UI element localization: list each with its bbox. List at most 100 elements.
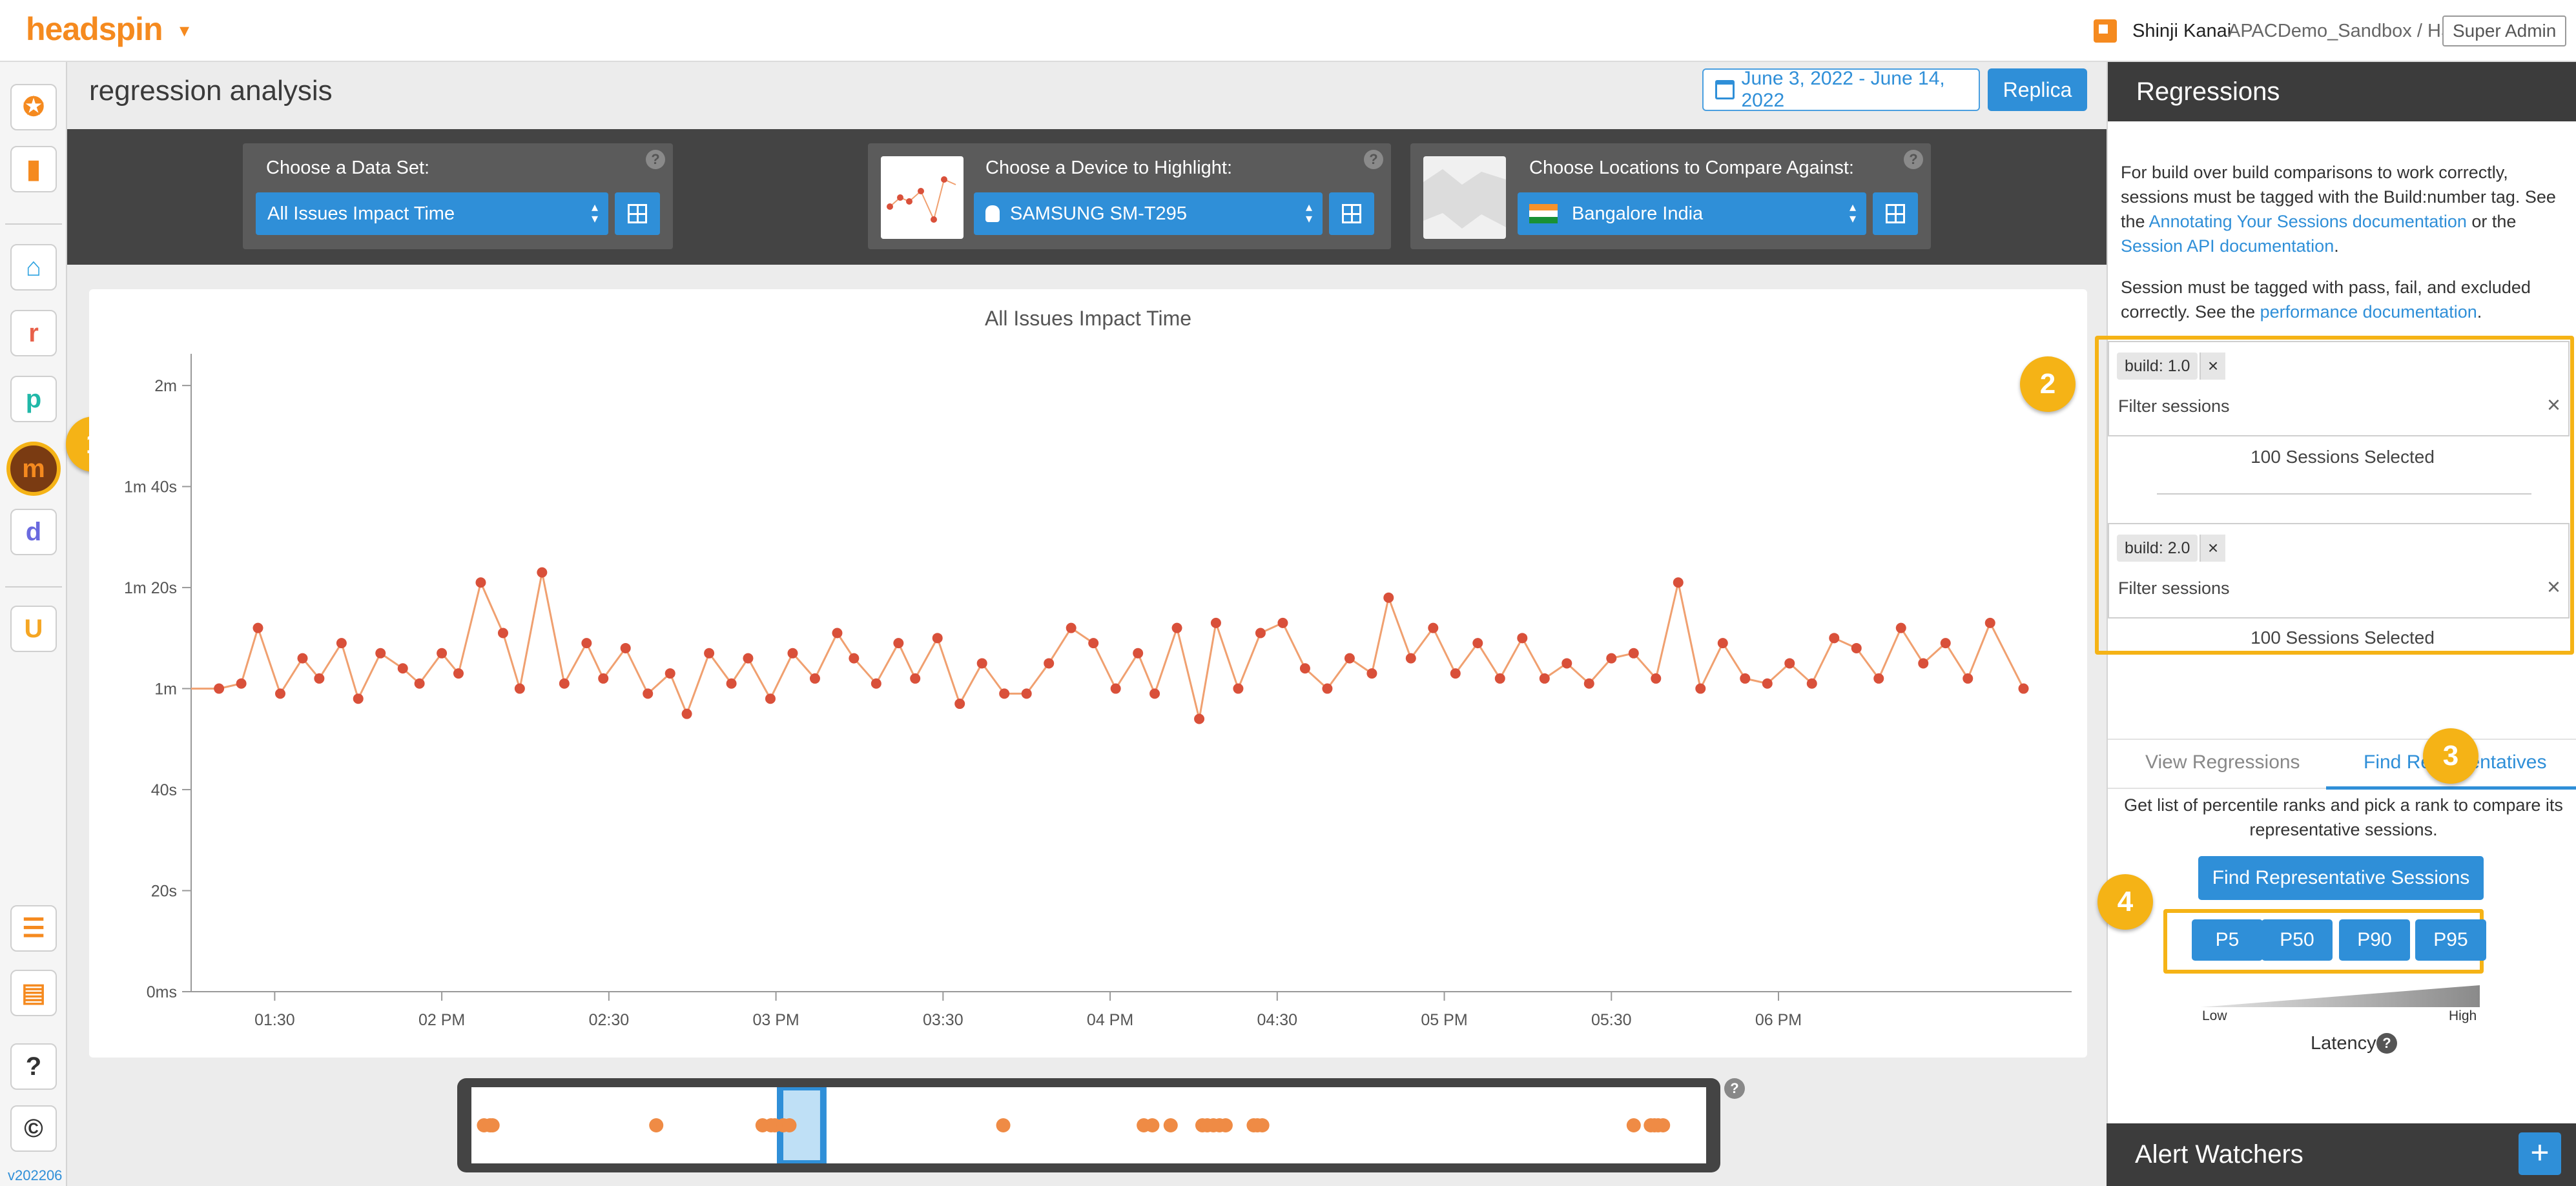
- bar-chart-icon[interactable]: ▮: [10, 146, 57, 192]
- add-alert-watcher-button[interactable]: +: [2519, 1132, 2561, 1175]
- percentile-p5-button[interactable]: P5: [2192, 919, 2263, 961]
- data-point: [1450, 668, 1461, 679]
- data-point: [1110, 683, 1121, 694]
- device-help-icon[interactable]: ?: [1364, 150, 1383, 169]
- annotation-badge-2: 2: [2020, 356, 2076, 412]
- u-icon[interactable]: U: [10, 606, 57, 652]
- percentile-p95-button[interactable]: P95: [2415, 919, 2486, 961]
- data-point: [1194, 713, 1205, 724]
- grid-icon: [1886, 204, 1905, 223]
- org-path[interactable]: APACDemo_Sandbox / HS: [2228, 21, 2453, 42]
- sidebar-divider: [5, 586, 62, 588]
- info-text: .: [2477, 302, 2482, 322]
- logo-dropdown-icon[interactable]: ▾: [180, 19, 189, 42]
- locations-select[interactable]: Bangalore India ▴ ▾: [1518, 192, 1866, 235]
- data-point: [871, 678, 881, 689]
- timeline-navigator[interactable]: [457, 1078, 1720, 1172]
- data-point: [1539, 673, 1550, 684]
- x-tick-label: 03:30: [923, 1011, 963, 1029]
- clusters-icon[interactable]: ✪: [10, 84, 57, 130]
- data-point: [620, 642, 631, 653]
- device-sparkline: [887, 176, 956, 223]
- performance-docs-link[interactable]: performance documentation: [2260, 302, 2477, 322]
- data-point: [598, 673, 609, 684]
- percentile-p50-button[interactable]: P50: [2262, 919, 2333, 961]
- percentile-p90-button[interactable]: P90: [2339, 919, 2410, 961]
- latency-help-icon[interactable]: ?: [2376, 1033, 2397, 1054]
- regressions-title: Regressions: [2108, 62, 2576, 121]
- home-icon[interactable]: ⌂: [10, 244, 57, 291]
- dataset-panel: Choose a Data Set: ? All Issues Impact T…: [243, 143, 673, 249]
- data-point: [1383, 592, 1394, 603]
- x-tick-label: 05:30: [1591, 1011, 1632, 1029]
- dataset-grid-button[interactable]: [615, 192, 660, 235]
- data-point: [314, 673, 325, 684]
- data-point: [743, 653, 754, 664]
- d-icon[interactable]: d: [10, 509, 57, 555]
- list-icon[interactable]: ☰: [10, 905, 57, 952]
- session-groups-highlight: [2095, 336, 2574, 655]
- data-point: [1149, 688, 1160, 699]
- data-point: [1277, 617, 1288, 628]
- locations-help-icon[interactable]: ?: [1904, 150, 1923, 169]
- p-icon[interactable]: p: [10, 376, 57, 422]
- latency-ramp: [2201, 985, 2480, 1007]
- alert-watchers-title[interactable]: Alert Watchers: [2107, 1123, 2576, 1186]
- find-representative-sessions-button[interactable]: Find Representative Sessions: [2198, 856, 2484, 900]
- series-line: [191, 572, 2025, 719]
- data-point: [681, 708, 692, 719]
- x-tick-label: 06 PM: [1755, 1011, 1802, 1029]
- annotating-docs-link[interactable]: Annotating Your Sessions documentation: [2149, 212, 2467, 231]
- data-point: [336, 638, 347, 649]
- build-tag-info: For build over build comparisons to work…: [2121, 160, 2566, 258]
- dataset-help-icon[interactable]: ?: [646, 150, 665, 169]
- replica-button[interactable]: Replica: [1988, 68, 2087, 111]
- x-tick-label: 04 PM: [1087, 1011, 1133, 1029]
- data-point: [397, 663, 408, 674]
- dataset-select[interactable]: All Issues Impact Time ▴ ▾: [256, 192, 608, 235]
- data-point: [1517, 633, 1528, 644]
- navigator-point: [649, 1118, 664, 1132]
- navigator-plot[interactable]: [471, 1087, 1706, 1163]
- data-point: [2018, 683, 2029, 694]
- session-api-docs-link[interactable]: Session API documentation: [2121, 236, 2334, 256]
- data-point: [497, 628, 508, 639]
- chart-panel: All Issues Impact Time 0ms 20s 40s 1m 1m 20s 1…: [89, 289, 2087, 1058]
- date-range-picker[interactable]: June 3, 2022 - June 14, 2022: [1702, 68, 1980, 111]
- ramp-high-label: High: [2449, 1008, 2477, 1023]
- device-select[interactable]: SAMSUNG SM-T295 ▴ ▾: [974, 192, 1323, 235]
- device-thumbnail: [881, 156, 963, 239]
- data-point: [559, 678, 570, 689]
- annotation-badge-3: 3: [2423, 728, 2478, 784]
- page-title: regression analysis: [89, 75, 333, 107]
- impact-time-chart[interactable]: All Issues Impact Time 0ms 20s 40s 1m 1m 20s 1…: [89, 289, 2087, 1058]
- y-tick-label: 1m: [154, 680, 177, 699]
- data-point: [236, 678, 247, 689]
- data-point: [809, 673, 820, 684]
- document-icon[interactable]: ▤: [10, 970, 57, 1016]
- navigator-help-icon[interactable]: ?: [1724, 1078, 1745, 1099]
- data-point: [704, 648, 715, 659]
- locations-grid-button[interactable]: [1873, 192, 1918, 235]
- role-button[interactable]: Super Admin: [2442, 15, 2567, 46]
- latency-label: Latency: [2311, 1033, 2376, 1054]
- data-point: [1628, 648, 1639, 659]
- copyright-icon[interactable]: ©: [10, 1105, 57, 1152]
- data-point: [1255, 628, 1266, 639]
- x-tick-label: 01:30: [254, 1011, 295, 1029]
- data-point: [954, 699, 965, 710]
- regression-icon[interactable]: m: [6, 442, 61, 496]
- data-point: [1984, 617, 1995, 628]
- data-point: [1494, 673, 1505, 684]
- headspin-logo[interactable]: headspin: [26, 10, 163, 48]
- tab-view-regressions[interactable]: View Regressions: [2145, 751, 2300, 773]
- user-name[interactable]: Shinji Kanai: [2132, 21, 2231, 42]
- device-panel: Choose a Device to Highlight: ? SAMSUNG …: [868, 143, 1391, 249]
- reflection-icon[interactable]: r: [10, 310, 57, 356]
- top-bar: headspin ▾ Shinji Kanai APACDemo_Sandbox…: [0, 0, 2576, 62]
- navigator-track[interactable]: [471, 1087, 1706, 1163]
- data-point: [1210, 617, 1221, 628]
- device-grid-button[interactable]: [1329, 192, 1374, 235]
- help-icon[interactable]: ?: [10, 1043, 57, 1090]
- data-point: [1088, 638, 1099, 649]
